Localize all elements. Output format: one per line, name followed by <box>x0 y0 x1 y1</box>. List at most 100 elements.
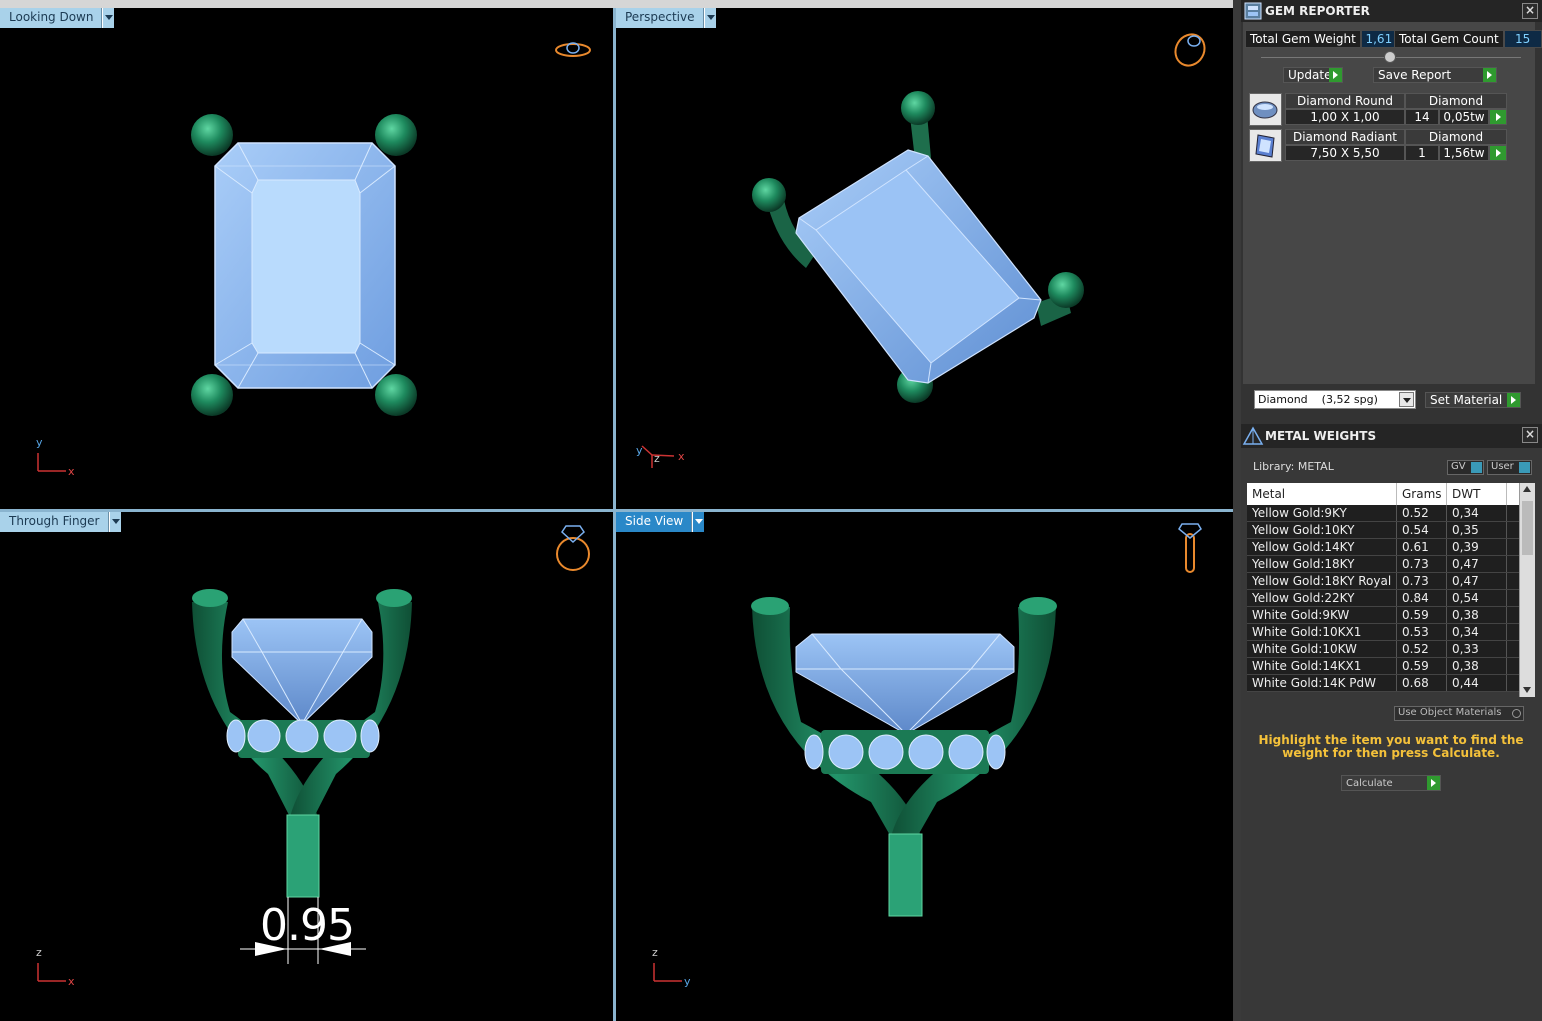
grams-cell: 0.52 <box>1397 505 1447 521</box>
table-row[interactable]: Yellow Gold:9KY 0.52 0,34 <box>1247 505 1519 522</box>
viewport-side-view[interactable]: z y Side View <box>616 512 1233 1021</box>
ring-perspective-view <box>641 33 1206 468</box>
total-gem-count-label: Total Gem Count <box>1394 30 1504 48</box>
save-report-label: Save Report <box>1378 68 1452 82</box>
gem-weight: 0,05tw <box>1439 109 1489 125</box>
metal-name-cell: Yellow Gold:18KY Royal <box>1247 573 1397 589</box>
metal-table-scrollbar[interactable] <box>1519 483 1535 697</box>
table-row[interactable]: Yellow Gold:22KY 0.84 0,54 <box>1247 590 1519 607</box>
chevron-down-icon[interactable] <box>703 8 716 28</box>
scroll-down-icon[interactable] <box>1523 687 1531 693</box>
use-object-materials-toggle[interactable]: Use Object Materials <box>1394 706 1524 721</box>
dwt-cell: 0,35 <box>1447 522 1507 538</box>
dwt-cell: 0,38 <box>1447 607 1507 623</box>
gem-count: 14 <box>1405 109 1439 125</box>
table-row[interactable]: White Gold:14K PdW 0.68 0,44 <box>1247 675 1519 692</box>
grams-cell: 0.59 <box>1397 658 1447 674</box>
table-row[interactable]: Yellow Gold:10KY 0.54 0,35 <box>1247 522 1519 539</box>
viewport-perspective[interactable]: y z x Perspective <box>616 8 1233 509</box>
viewport-splitter-horizontal[interactable] <box>0 509 1233 512</box>
metal-weights-titlebar: METAL WEIGHTS × <box>1241 424 1542 448</box>
table-body: Yellow Gold:9KY 0.52 0,34 Yellow Gold:10KY 0… <box>1247 505 1519 697</box>
total-gem-count-value: 15 <box>1503 30 1542 48</box>
gem-row-go-button[interactable] <box>1489 145 1507 161</box>
set-material-button[interactable]: Set Material <box>1425 392 1521 408</box>
gem-material: Diamond <box>1405 129 1507 145</box>
viewport-through-finger[interactable]: 0.95 z x Through Finger <box>0 512 613 1021</box>
viewport-tab-perspective[interactable]: Perspective <box>616 8 716 28</box>
chevron-down-icon[interactable] <box>1399 392 1414 407</box>
gem-name: Diamond Radiant <box>1285 129 1405 145</box>
scroll-thumb[interactable] <box>1522 501 1533 555</box>
update-button[interactable]: Update <box>1283 67 1343 83</box>
update-button-label: Update <box>1288 68 1332 82</box>
grams-cell: 0.73 <box>1397 556 1447 572</box>
total-gem-weight: Total Gem Weight 1,61 <box>1245 30 1397 48</box>
viewport-label: Through Finger <box>0 512 109 532</box>
viewport-tab-through-finger[interactable]: Through Finger <box>0 512 121 532</box>
metal-name-cell: White Gold:14KX1 <box>1247 658 1397 674</box>
viewport-looking-down[interactable]: y x Looking Down <box>0 8 613 509</box>
table-header: Metal Grams DWT <box>1247 483 1519 505</box>
metal-name-cell: White Gold:10KW <box>1247 641 1397 657</box>
splitter-knob-icon[interactable] <box>1384 51 1396 63</box>
axis-label-x: x <box>678 450 685 463</box>
gem-row-go-button[interactable] <box>1489 109 1507 125</box>
table-row[interactable]: White Gold:9KW 0.59 0,38 <box>1247 607 1519 624</box>
column-header-metal[interactable]: Metal <box>1247 483 1397 505</box>
chevron-down-icon[interactable] <box>108 512 121 532</box>
column-header-dwt[interactable]: DWT <box>1447 483 1507 505</box>
gem-row[interactable]: Diamond Round Diamond 1,00 X 1,00 14 0,0… <box>1249 93 1509 127</box>
save-report-button[interactable]: Save Report <box>1373 67 1497 83</box>
gem-reporter-titlebar: GEM REPORTER × <box>1241 0 1542 22</box>
axis-label-y: y <box>636 444 643 457</box>
dwt-cell: 0,54 <box>1447 590 1507 606</box>
column-header-grams[interactable]: Grams <box>1397 483 1447 505</box>
dwt-cell: 0,47 <box>1447 556 1507 572</box>
panel-gutter <box>1233 0 1241 1021</box>
axis-label-x: x <box>68 465 75 478</box>
table-row[interactable]: Yellow Gold:14KY 0.61 0,39 <box>1247 539 1519 556</box>
toggle-icon <box>1519 462 1530 473</box>
gem-reporter-icon <box>1241 0 1265 22</box>
set-material-label: Set Material <box>1430 393 1503 407</box>
dwt-cell: 0,47 <box>1447 573 1507 589</box>
gem-row[interactable]: Diamond Radiant Diamond 7,50 X 5,50 1 1,… <box>1249 129 1509 163</box>
material-select[interactable]: Diamond (3,52 spg) <box>1254 390 1416 409</box>
gem-name: Diamond Round <box>1285 93 1405 109</box>
dwt-cell: 0,38 <box>1447 658 1507 674</box>
table-row[interactable]: White Gold:10KW 0.52 0,33 <box>1247 641 1519 658</box>
table-row[interactable]: White Gold:14KX1 0.59 0,38 <box>1247 658 1519 675</box>
gem-count: 1 <box>1405 145 1439 161</box>
table-row[interactable]: Yellow Gold:18KY 0.73 0,47 <box>1247 556 1519 573</box>
grams-cell: 0.59 <box>1397 607 1447 623</box>
radiant-diamond-icon <box>1249 129 1282 162</box>
dwt-cell: 0,34 <box>1447 505 1507 521</box>
gv-toggle[interactable]: GV <box>1447 460 1484 475</box>
gem-reporter-panel: GEM REPORTER × Total Gem Weight 1,61 Tot… <box>1241 0 1542 424</box>
table-row[interactable]: White Gold:10KX1 0.53 0,34 <box>1247 624 1519 641</box>
table-row[interactable]: Yellow Gold:18KY Royal 0.73 0,47 <box>1247 573 1519 590</box>
viewport-tab-side-view[interactable]: Side View <box>616 512 705 532</box>
viewport-label: Side View <box>616 512 693 532</box>
grams-cell: 0.54 <box>1397 522 1447 538</box>
metal-name-cell: Yellow Gold:18KY <box>1247 556 1397 572</box>
chevron-down-icon[interactable] <box>692 512 705 532</box>
calculate-button[interactable]: Calculate <box>1341 775 1441 791</box>
viewport-tab-looking-down[interactable]: Looking Down <box>0 8 115 28</box>
use-object-materials-label: Use Object Materials <box>1398 707 1502 718</box>
chevron-down-icon[interactable] <box>102 8 115 28</box>
axis-label-z: z <box>36 946 42 959</box>
play-icon <box>1507 393 1520 407</box>
viewport-splitter-vertical[interactable] <box>613 8 616 1021</box>
ring-top-view <box>37 42 591 472</box>
close-icon[interactable]: × <box>1522 3 1538 19</box>
dimension-label: 0.95 <box>260 900 355 951</box>
grams-cell: 0.61 <box>1397 539 1447 555</box>
user-label: User <box>1491 461 1514 472</box>
metal-weights-table[interactable]: Metal Grams DWT Yellow Gold:9KY 0.52 0,34 Y… <box>1247 483 1519 697</box>
user-toggle[interactable]: User <box>1487 460 1532 475</box>
scroll-up-icon[interactable] <box>1523 486 1531 492</box>
gem-size: 1,00 X 1,00 <box>1285 109 1405 125</box>
close-icon[interactable]: × <box>1522 427 1538 443</box>
